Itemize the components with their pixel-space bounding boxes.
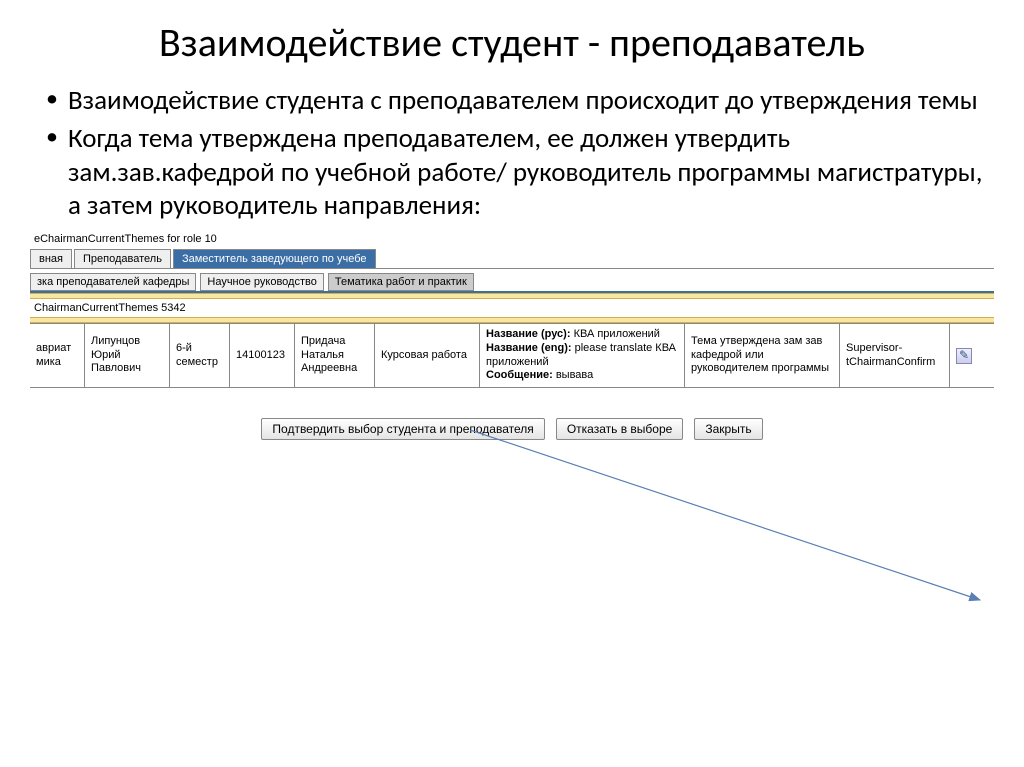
section-label: ChairmanCurrentThemes 5342 bbox=[30, 299, 994, 317]
cell-teacher: Липунцов Юрий Павлович bbox=[85, 324, 170, 387]
cell-program: авриат мика bbox=[30, 324, 85, 387]
subtab-themes[interactable]: Тематика работ и практик bbox=[328, 273, 474, 291]
breadcrumb: eChairmanCurrentThemes for role 10 bbox=[30, 231, 994, 247]
cell-student-name: Придача Наталья Андреевна bbox=[295, 324, 375, 387]
subtab-load[interactable]: зка преподавателей кафедры bbox=[30, 273, 196, 291]
close-button[interactable]: Закрыть bbox=[694, 418, 762, 440]
cell-action-code: Supervisor-tChairmanConfirm bbox=[840, 324, 950, 387]
bullet-list: Взаимодействие студента с преподавателем… bbox=[30, 84, 994, 223]
cell-status: Тема утверждена зам зав кафедрой или рук… bbox=[685, 324, 840, 387]
cell-semester: 6-й семестр bbox=[170, 324, 230, 387]
tabs-row: вная Преподаватель Заместитель заведующе… bbox=[30, 249, 994, 269]
tab-deputy-head[interactable]: Заместитель заведующего по учебе bbox=[173, 249, 376, 268]
screenshot-app: eChairmanCurrentThemes for role 10 вная … bbox=[30, 231, 994, 440]
button-row: Подтвердить выбор студента и преподавате… bbox=[30, 418, 994, 440]
table-row: авриат мика Липунцов Юрий Павлович 6-й с… bbox=[30, 323, 994, 388]
bullet-item: Взаимодействие студента с преподавателем… bbox=[40, 84, 994, 118]
cell-topic: Название (рус): КВА приложений Название … bbox=[480, 324, 685, 387]
cell-edit bbox=[950, 324, 990, 387]
confirm-button[interactable]: Подтвердить выбор студента и преподавате… bbox=[261, 418, 544, 440]
cell-student-id: 14100123 bbox=[230, 324, 295, 387]
tab-main[interactable]: вная bbox=[30, 249, 72, 268]
subtab-supervision[interactable]: Научное руководство bbox=[200, 273, 323, 291]
edit-icon[interactable] bbox=[956, 348, 972, 364]
cell-work-type: Курсовая работа bbox=[375, 324, 480, 387]
tab-teacher[interactable]: Преподаватель bbox=[74, 249, 171, 268]
bullet-item: Когда тема утверждена преподавателем, ее… bbox=[40, 122, 994, 223]
page-title: Взаимодействие студент - преподаватель bbox=[30, 20, 994, 66]
reject-button[interactable]: Отказать в выборе bbox=[556, 418, 683, 440]
subtabs-row: зка преподавателей кафедры Научное руков… bbox=[30, 269, 994, 293]
arrow-annotation bbox=[470, 430, 1010, 630]
